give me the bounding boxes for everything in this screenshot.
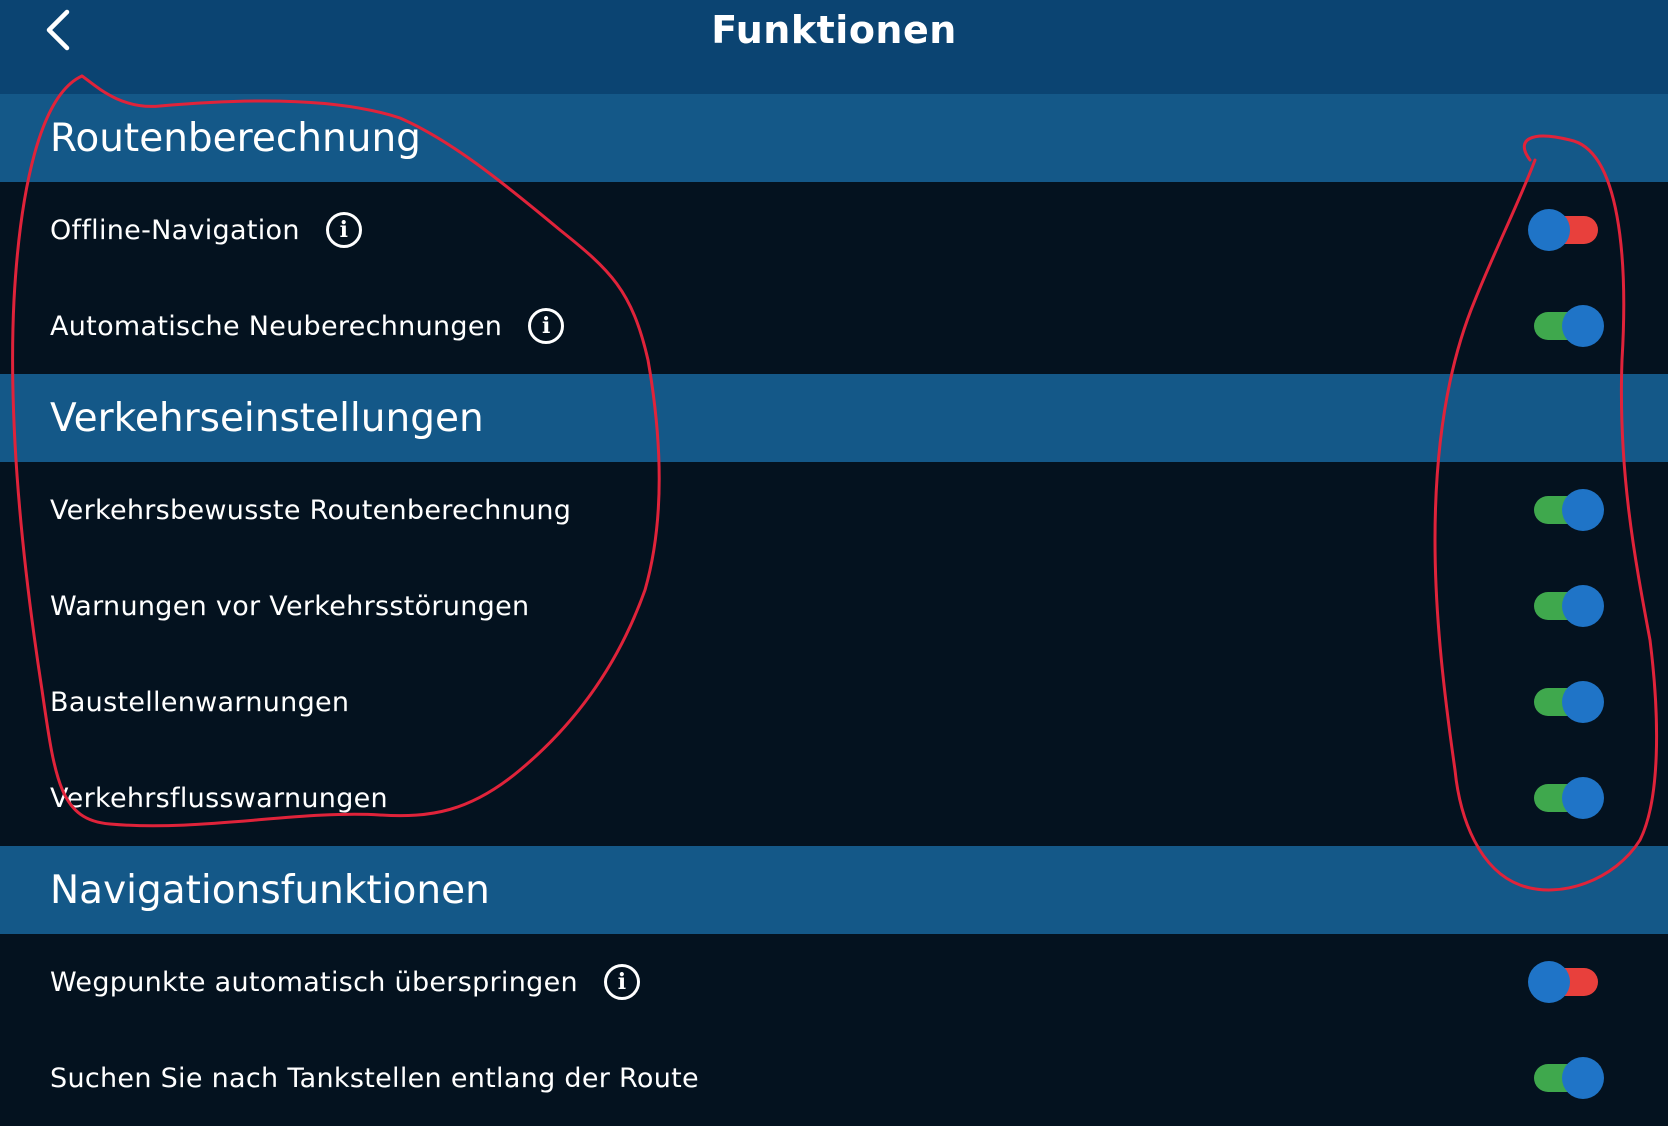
header-bar: Funktionen bbox=[0, 0, 1668, 94]
setting-row-verkehrsbewusste-routenberechnung: Verkehrsbewusste Routenberechnung bbox=[0, 462, 1668, 558]
info-icon[interactable] bbox=[603, 964, 640, 1000]
setting-row-baustellenwarnungen: Baustellenwarnungen bbox=[0, 654, 1668, 750]
setting-label: Verkehrsflusswarnungen bbox=[50, 782, 388, 814]
toggle-knob bbox=[1562, 585, 1604, 627]
automatische-neuberechnungen-toggle[interactable] bbox=[1534, 305, 1604, 347]
setting-label: Suchen Sie nach Tankstellen entlang der … bbox=[50, 1062, 699, 1094]
section-title: Verkehrseinstellungen bbox=[50, 395, 484, 441]
section-header-verkehrseinstellungen: Verkehrseinstellungen bbox=[0, 374, 1668, 462]
section-header-routenberechnung: Routenberechnung bbox=[0, 94, 1668, 182]
setting-label: Warnungen vor Verkehrsstörungen bbox=[50, 590, 530, 622]
page-title: Funktionen bbox=[711, 8, 957, 52]
verkehrsbewusste-routenberechnung-toggle[interactable] bbox=[1534, 489, 1604, 531]
setting-label: Offline-Navigation bbox=[50, 214, 300, 246]
setting-label: Verkehrsbewusste Routenberechnung bbox=[50, 494, 572, 526]
setting-row-warnungen-verkehrsstoerungen: Warnungen vor Verkehrsstörungen bbox=[0, 558, 1668, 654]
toggle-knob bbox=[1562, 681, 1604, 723]
wegpunkte-ueberspringen-toggle[interactable] bbox=[1528, 961, 1598, 1003]
section-title: Navigationsfunktionen bbox=[50, 867, 490, 913]
baustellenwarnungen-toggle[interactable] bbox=[1534, 681, 1604, 723]
setting-label: Baustellenwarnungen bbox=[50, 686, 350, 718]
setting-row-automatische-neuberechnungen: Automatische Neuberechnungen bbox=[0, 278, 1668, 374]
setting-row-tankstellen-suchen: Suchen Sie nach Tankstellen entlang der … bbox=[0, 1030, 1668, 1126]
setting-row-wegpunkte-ueberspringen: Wegpunkte automatisch überspringen bbox=[0, 934, 1668, 1030]
setting-row-verkehrsflusswarnungen: Verkehrsflusswarnungen bbox=[0, 750, 1668, 846]
info-icon[interactable] bbox=[325, 212, 362, 248]
toggle-knob bbox=[1562, 777, 1604, 819]
tankstellen-suchen-toggle[interactable] bbox=[1534, 1057, 1604, 1099]
toggle-knob bbox=[1528, 209, 1570, 251]
toggle-knob bbox=[1562, 305, 1604, 347]
section-header-navigationsfunktionen: Navigationsfunktionen bbox=[0, 846, 1668, 934]
setting-label: Wegpunkte automatisch überspringen bbox=[50, 966, 578, 998]
offline-navigation-toggle[interactable] bbox=[1528, 209, 1598, 251]
setting-label: Automatische Neuberechnungen bbox=[50, 310, 503, 342]
toggle-knob bbox=[1528, 961, 1570, 1003]
warnungen-verkehrsstoerungen-toggle[interactable] bbox=[1534, 585, 1604, 627]
toggle-knob bbox=[1562, 1057, 1604, 1099]
toggle-knob bbox=[1562, 489, 1604, 531]
verkehrsflusswarnungen-toggle[interactable] bbox=[1534, 777, 1604, 819]
section-title: Routenberechnung bbox=[50, 115, 421, 161]
info-icon[interactable] bbox=[528, 308, 565, 344]
setting-row-offline-navigation: Offline-Navigation bbox=[0, 182, 1668, 278]
